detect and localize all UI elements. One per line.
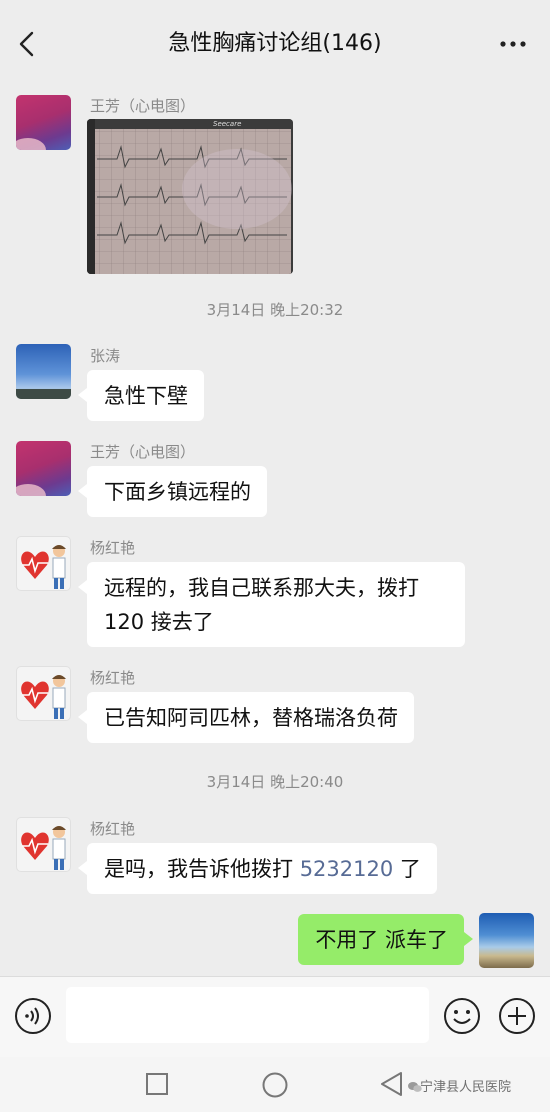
sender-name: 王芳（心电图） — [90, 443, 196, 461]
recents-icon[interactable] — [145, 1072, 169, 1100]
back-arrow-icon[interactable] — [12, 26, 46, 62]
home-icon[interactable] — [261, 1071, 289, 1103]
voice-icon[interactable] — [13, 996, 53, 1036]
message-bubble[interactable]: 下面乡镇远程的 — [78, 466, 267, 517]
sender-name: 王芳（心电图） — [90, 97, 196, 115]
avatar-wang-fang[interactable] — [16, 441, 71, 496]
avatar-zhang-tao[interactable] — [16, 344, 71, 399]
message-text: 是吗，我告诉他拨打 — [104, 857, 300, 881]
more-options-icon[interactable] — [496, 28, 530, 60]
message-text: 了 — [393, 857, 421, 881]
self-message-bubble[interactable]: 不用了 派车了 — [298, 914, 473, 965]
chat-header: 急性胸痛讨论组(146) — [0, 0, 550, 88]
sender-name: 张涛 — [90, 347, 121, 365]
watermark-text: 宁津县人民医院 — [420, 1080, 512, 1095]
add-icon[interactable] — [497, 996, 537, 1036]
message-line: 远程的，我自己联系那大夫，拨打 — [104, 576, 419, 600]
timestamp: 3月14日 晚上20:32 — [206, 301, 344, 319]
back-triangle-icon[interactable] — [379, 1071, 405, 1101]
emoji-icon[interactable] — [442, 996, 482, 1036]
chat-title: 急性胸痛讨论组(146) — [168, 31, 382, 56]
message-bubble[interactable]: 远程的，我自己联系那大夫，拨打 120 接去了 — [78, 562, 465, 647]
heart-doctor-icon — [21, 545, 66, 589]
avatar-wang-fang[interactable] — [16, 95, 71, 150]
avatar-yang-hong-yan[interactable] — [16, 817, 71, 872]
message-input[interactable] — [66, 987, 429, 1043]
ecg-image-message[interactable]: Seecare — [87, 119, 293, 274]
message-bubble[interactable]: 急性下壁 — [78, 370, 204, 421]
phone-number-link[interactable]: 5232120 — [300, 857, 394, 881]
sender-name: 杨红艳 — [90, 820, 136, 838]
sender-name: 杨红艳 — [90, 669, 136, 687]
heart-doctor-icon — [21, 826, 66, 870]
timestamp: 3月14日 晚上20:40 — [206, 773, 344, 791]
avatar-yang-hong-yan[interactable] — [16, 536, 71, 591]
input-bar — [0, 976, 550, 1057]
message-bubble[interactable]: 已告知阿司匹林，替格瑞洛负荷 — [78, 692, 414, 743]
image-caption: Seecare — [213, 120, 242, 128]
heart-doctor-icon — [21, 675, 66, 719]
sender-name: 杨红艳 — [90, 539, 136, 557]
avatar-self[interactable] — [479, 913, 534, 968]
avatar-yang-hong-yan[interactable] — [16, 666, 71, 721]
message-bubble[interactable]: 是吗，我告诉他拨打 5232120 了 — [78, 843, 437, 894]
message-line: 120 接去了 — [104, 610, 214, 634]
